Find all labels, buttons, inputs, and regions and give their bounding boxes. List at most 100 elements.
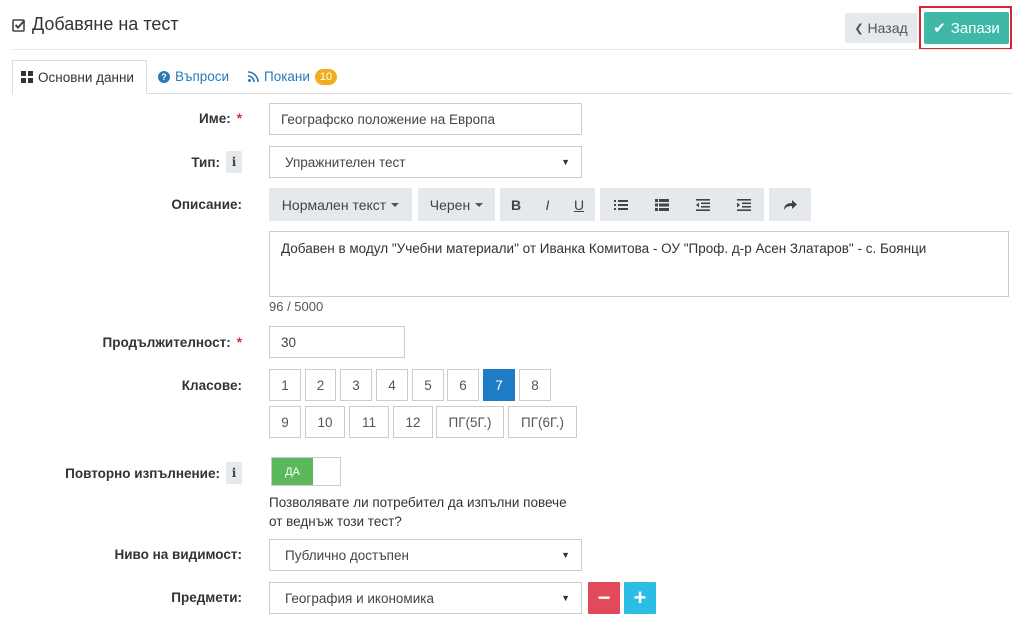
duration-input[interactable]: 30 [269, 326, 405, 358]
page-title-text: Добавяне на тест [32, 14, 179, 34]
name-input-value: Географско положение на Европа [281, 111, 495, 127]
type-label: Тип: i [191, 151, 242, 173]
dropdown-arrow-icon: ▼ [561, 550, 570, 560]
caret-down-icon [391, 202, 400, 207]
tab-label: Основни данни [38, 69, 134, 85]
redo-arrow-icon [784, 199, 797, 210]
plus-icon: + [633, 585, 647, 610]
type-select-value: Упражнителен тест [285, 154, 406, 170]
grade-button-3[interactable]: 3 [340, 369, 372, 401]
grades-label: Класове: [182, 378, 242, 393]
format-dropdown-label: Нормален текст [281, 196, 387, 213]
grade-button-6[interactable]: 6 [447, 369, 479, 401]
back-button[interactable]: ❮ Назад [845, 13, 917, 43]
name-input[interactable]: Географско положение на Европа [269, 103, 582, 135]
check-icon: ✔ [933, 20, 946, 37]
repeat-label-text: Повторно изпълнение: [65, 465, 220, 481]
add-subject-button[interactable]: + [624, 582, 656, 614]
checkbox-checked-icon [12, 18, 26, 32]
description-label: Описание: [171, 197, 242, 212]
type-label-text: Тип: [191, 154, 220, 170]
outdent-button[interactable] [682, 188, 723, 221]
numbered-list-button[interactable] [641, 188, 682, 221]
grade-button-pg6[interactable]: ПГ(6Г.) [508, 406, 577, 438]
save-button-label: Запази [950, 19, 1000, 37]
grade-button-12[interactable]: 12 [393, 406, 433, 438]
dropdown-arrow-icon: ▼ [561, 593, 570, 603]
visibility-label-text: Ниво на видимост: [114, 547, 242, 562]
info-icon[interactable]: i [226, 151, 242, 173]
rss-icon [248, 71, 259, 82]
grade-button-9[interactable]: 9 [269, 406, 301, 438]
tab-invitations[interactable]: Покани 10 [240, 60, 345, 93]
required-mark: * [236, 111, 242, 126]
dropdown-arrow-icon: ▼ [561, 157, 570, 167]
help-line: Позволявате ли потребител да изпълни пов… [269, 495, 567, 510]
tab-questions[interactable]: ? Въпроси [150, 60, 237, 93]
duration-label: Продължителност: * [103, 335, 243, 350]
invitations-count-badge: 10 [314, 68, 338, 85]
grade-button-7-selected[interactable]: 7 [483, 369, 515, 401]
tab-basic-data[interactable]: Основни данни [12, 60, 147, 94]
help-line: от веднъж този тест? [269, 514, 402, 529]
save-button[interactable]: ✔ Запази [924, 12, 1009, 44]
name-label-text: Име: [199, 111, 231, 126]
subjects-label-text: Предмети: [171, 590, 242, 605]
info-icon[interactable]: i [226, 462, 242, 484]
tab-label: Покани [264, 69, 310, 84]
bold-button[interactable]: B [500, 188, 532, 221]
bullet-list-icon [613, 199, 628, 210]
grade-button-pg5[interactable]: ПГ(5Г.) [436, 406, 504, 438]
grid-icon [21, 71, 33, 83]
outdent-icon [695, 198, 710, 211]
grade-button-1[interactable]: 1 [269, 369, 301, 401]
duration-label-text: Продължителност: [102, 335, 231, 350]
subjects-label: Предмети: [171, 590, 242, 605]
minus-icon: − [597, 585, 611, 610]
grades-label-text: Класове: [181, 378, 242, 393]
description-text: Добавен в модул "Учебни материали" от Ив… [281, 241, 927, 256]
caret-down-icon [475, 202, 484, 207]
indent-icon [736, 198, 751, 211]
tabs-divider [12, 93, 1012, 94]
color-dropdown[interactable]: Черен [418, 188, 495, 221]
description-label-text: Описание: [171, 197, 242, 212]
bullet-list-button[interactable] [600, 188, 641, 221]
toggle-on-label: ДА [272, 458, 313, 485]
numbered-list-icon [654, 198, 669, 211]
underline-button[interactable]: U [563, 188, 595, 221]
tab-label: Въпроси [175, 69, 230, 84]
grade-button-2[interactable]: 2 [305, 369, 336, 401]
visibility-select[interactable]: Публично достъпен ▼ [269, 539, 582, 571]
format-dropdown[interactable]: Нормален текст [269, 188, 412, 221]
remove-subject-button[interactable]: − [588, 582, 620, 614]
required-mark: * [236, 335, 242, 350]
italic-button[interactable]: I [532, 188, 563, 221]
indent-button[interactable] [723, 188, 764, 221]
back-button-label: Назад [867, 20, 908, 36]
list-indent-group [600, 188, 764, 221]
visibility-select-value: Публично достъпен [285, 547, 409, 563]
subjects-select-value: География и икономика [285, 590, 434, 606]
question-circle-icon: ? [158, 70, 170, 83]
header-divider [12, 49, 1012, 50]
redo-button[interactable] [769, 188, 811, 221]
repeat-help-text: Позволявате ли потребител да изпълни пов… [269, 493, 589, 531]
subjects-select[interactable]: География и икономика ▼ [269, 582, 582, 614]
repeat-label: Повторно изпълнение: i [65, 462, 242, 484]
grade-button-8[interactable]: 8 [519, 369, 551, 401]
type-select[interactable]: Упражнителен тест ▼ [269, 146, 582, 178]
grade-button-11[interactable]: 11 [349, 406, 389, 438]
text-style-group: B I U [500, 188, 595, 221]
color-dropdown-label: Черен [429, 196, 471, 213]
grade-button-4[interactable]: 4 [376, 369, 408, 401]
repeat-toggle[interactable]: ДА [271, 457, 341, 486]
visibility-label: Ниво на видимост: [114, 547, 242, 562]
page-title: Добавяне на тест [12, 14, 179, 35]
duration-input-value: 30 [281, 334, 297, 350]
grade-button-10[interactable]: 10 [305, 406, 345, 438]
chevron-left-icon: ❮ [854, 22, 864, 35]
character-counter: 96 / 5000 [269, 299, 324, 314]
grade-button-5[interactable]: 5 [412, 369, 444, 401]
description-textarea[interactable]: Добавен в модул "Учебни материали" от Ив… [269, 231, 1009, 297]
